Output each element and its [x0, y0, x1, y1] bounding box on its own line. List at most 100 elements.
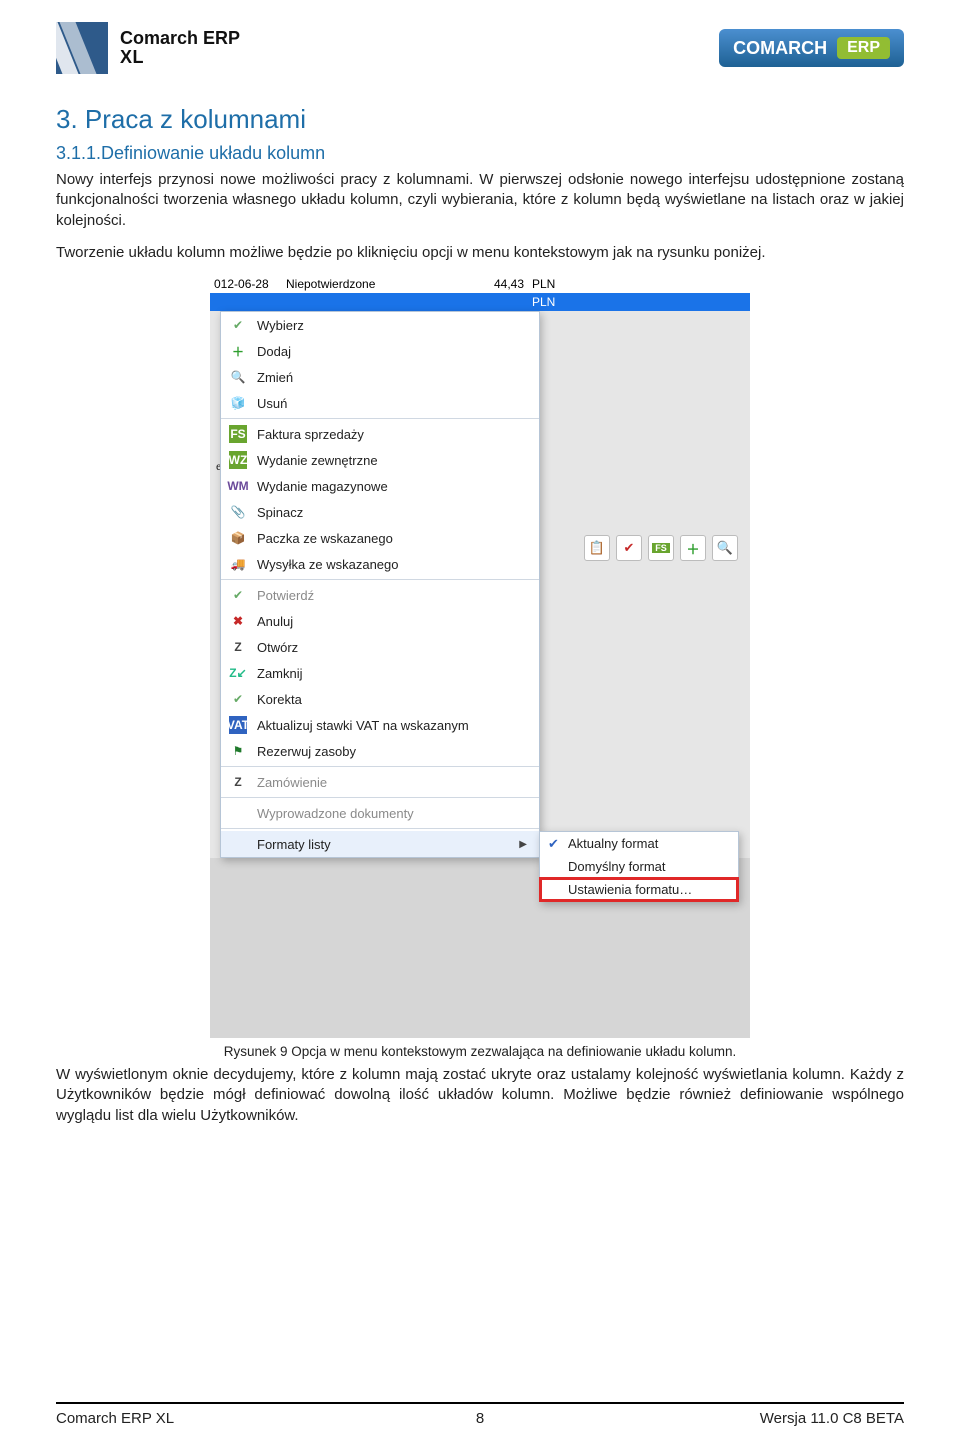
menu-item-dodaj[interactable]: ＋ Dodaj — [221, 338, 539, 364]
flag-icon: ⚑ — [229, 742, 247, 760]
menu-item-label: Faktura sprzedaży — [257, 427, 364, 442]
lens-icon: 🔍 — [717, 540, 733, 556]
paste-button[interactable]: 📋 — [584, 535, 610, 561]
page-header: Comarch ERP XL COMARCH ERP — [56, 0, 904, 80]
submenu-item-label: Domyślny format — [568, 859, 666, 874]
menu-item-korekta[interactable]: ✔ Korekta — [221, 686, 539, 712]
menu-item-label: Paczka ze wskazanego — [257, 531, 393, 546]
menu-item-label: Rezerwuj zasoby — [257, 744, 356, 759]
menu-item-potwierdź: ✔ Potwierdź — [221, 582, 539, 608]
menu-item-zamówienie: Z Zamówienie — [221, 769, 539, 795]
menu-item-paczka-ze-wskazanego[interactable]: 📦 Paczka ze wskazanego — [221, 525, 539, 551]
menu-item-wydanie-zewnętrzne[interactable]: WZ Wydanie zewnętrzne — [221, 447, 539, 473]
menu-item-rezerwuj-zasoby[interactable]: ⚑ Rezerwuj zasoby — [221, 738, 539, 764]
submenu-item-ustawienia-formatu-[interactable]: Ustawienia formatu… — [540, 878, 738, 901]
badge-tag: ERP — [837, 37, 890, 59]
menu-item-aktualizuj-stawki-vat-na-wskazanym[interactable]: VAT Aktualizuj stawki VAT na wskazanym — [221, 712, 539, 738]
menu-item-wybierz[interactable]: ✔Wybierz — [221, 312, 539, 338]
brand-logo: Comarch ERP XL — [56, 22, 240, 74]
menu-item-zmień[interactable]: 🔍 Zmień — [221, 364, 539, 390]
check-icon: ✔ — [548, 836, 559, 852]
paragraph-1: Nowy interfejs przynosi nowe możliwości … — [56, 170, 904, 231]
menu-item-label: Dodaj — [257, 344, 291, 359]
paperclip-icon: 📎 — [229, 503, 247, 521]
menu-item-label: Wyprowadzone dokumenty — [257, 806, 414, 821]
submenu-item-aktualny-format[interactable]: ✔ Aktualny format — [540, 832, 738, 855]
menu-item-label: Korekta — [257, 692, 302, 707]
menu-item-label: Wydanie zewnętrzne — [257, 453, 378, 468]
fs-icon: FS — [652, 543, 670, 553]
lens-icon: 🔍 — [229, 368, 247, 386]
submenu-formaty-listy[interactable]: ✔ Aktualny format Domyślny format Ustawieni… — [539, 831, 739, 902]
brand-name: Comarch ERP — [120, 28, 240, 48]
paragraph-3: W wyświetlonym oknie decydujemy, które z… — [56, 1065, 904, 1126]
fs-button[interactable]: FS — [648, 535, 674, 561]
menu-item-label: Zamówienie — [257, 775, 327, 790]
search-button[interactable]: 🔍 — [712, 535, 738, 561]
footer-right: Wersja 11.0 C8 BETA — [760, 1410, 904, 1427]
package-icon: 📦 — [229, 529, 247, 547]
paragraph-2: Tworzenie układu kolumn możliwe będzie p… — [56, 243, 904, 263]
menu-item-anuluj[interactable]: ✖ Anuluj — [221, 608, 539, 634]
wm-icon: WM — [229, 477, 247, 495]
check-icon: ✔ — [229, 690, 247, 708]
add-button[interactable]: ＋ — [680, 535, 706, 561]
menu-item-label: Formaty listy — [257, 837, 331, 852]
cell-amount: 44,43 — [398, 275, 528, 293]
plus-icon: ＋ — [686, 539, 699, 558]
menu-item-label: Wybierz — [257, 318, 304, 333]
zclose-icon: Z↙ — [229, 664, 247, 682]
menu-item-label: Anuluj — [257, 614, 293, 629]
menu-item-otwórz[interactable]: Z Otwórz — [221, 634, 539, 660]
grid-row: 012-06-28 Niepotwierdzone 44,43 PLN — [210, 275, 750, 293]
z-icon: Z — [229, 773, 247, 791]
cell-currency: PLN — [528, 275, 568, 293]
brand-badge: COMARCH ERP — [719, 29, 904, 67]
check-icon: ✔ — [229, 586, 247, 604]
menu-item-label: Potwierdź — [257, 588, 314, 603]
menu-item-faktura-sprzedaży[interactable]: FS Faktura sprzedaży — [221, 421, 539, 447]
footer-left: Comarch ERP XL — [56, 1410, 174, 1427]
toolbar-right: 📋 ✔ FS ＋ 🔍 — [584, 535, 738, 561]
submenu-item-domyślny-format[interactable]: Domyślny format — [540, 855, 738, 878]
menu-item-usuń[interactable]: 🧊 Usuń — [221, 390, 539, 416]
confirm-button[interactable]: ✔ — [616, 535, 642, 561]
menu-item-wydanie-magazynowe[interactable]: WMWydanie magazynowe — [221, 473, 539, 499]
screenshot-context-menu: 012-06-28 Niepotwierdzone 44,43 PLN PLN … — [210, 275, 750, 1038]
badge-brand: COMARCH — [733, 38, 827, 59]
menu-item-wysyłka-ze-wskazanego[interactable]: 🚚 Wysyłka ze wskazanego — [221, 551, 539, 577]
page-footer: Comarch ERP XL 8 Wersja 11.0 C8 BETA — [56, 1402, 904, 1427]
menu-item-label: Usuń — [257, 396, 287, 411]
menu-item-wyprowadzone-dokumenty: Wyprowadzone dokumenty — [221, 800, 539, 826]
menu-item-zamknij[interactable]: Z↙Zamknij — [221, 660, 539, 686]
subsection-heading: 3.1.1.Definiowanie układu kolumn — [56, 143, 904, 164]
grid-row-selected[interactable]: PLN — [210, 293, 750, 311]
brand-subname: XL — [120, 48, 240, 67]
figure-caption: Rysunek 9 Opcja w menu kontekstowym zezw… — [56, 1044, 904, 1059]
cancel-icon: ✖ — [229, 612, 247, 630]
submenu-item-label: Ustawienia formatu… — [568, 882, 692, 897]
menu-item-spinacz[interactable]: 📎 Spinacz — [221, 499, 539, 525]
cell-date: 012-06-28 — [210, 275, 282, 293]
brand-logo-icon — [56, 22, 108, 74]
blank-icon — [229, 804, 247, 822]
menu-item-formaty-listy[interactable]: Formaty listy▶ — [221, 831, 539, 857]
fs-icon: FS — [229, 425, 247, 443]
menu-item-label: Aktualizuj stawki VAT na wskazanym — [257, 718, 469, 733]
plus-icon: ＋ — [229, 342, 247, 360]
menu-item-label: Otwórz — [257, 640, 298, 655]
cell-currency: PLN — [528, 293, 568, 311]
vat-icon: VAT — [229, 716, 247, 734]
trash-icon: 🧊 — [229, 394, 247, 412]
z-icon: Z — [229, 638, 247, 656]
menu-item-label: Wysyłka ze wskazanego — [257, 557, 399, 572]
context-menu[interactable]: ✔Wybierz＋Dodaj🔍Zmień🧊UsuńFSFaktura sprze… — [220, 311, 540, 858]
cell-status: Niepotwierdzone — [282, 275, 398, 293]
menu-item-label: Spinacz — [257, 505, 303, 520]
shipping-icon: 🚚 — [229, 555, 247, 573]
submenu-item-label: Aktualny format — [568, 836, 658, 851]
menu-item-label: Zmień — [257, 370, 293, 385]
wz-icon: WZ — [229, 451, 247, 469]
check-icon: ✔ — [624, 540, 635, 556]
clipboard-icon: 📋 — [589, 540, 605, 556]
